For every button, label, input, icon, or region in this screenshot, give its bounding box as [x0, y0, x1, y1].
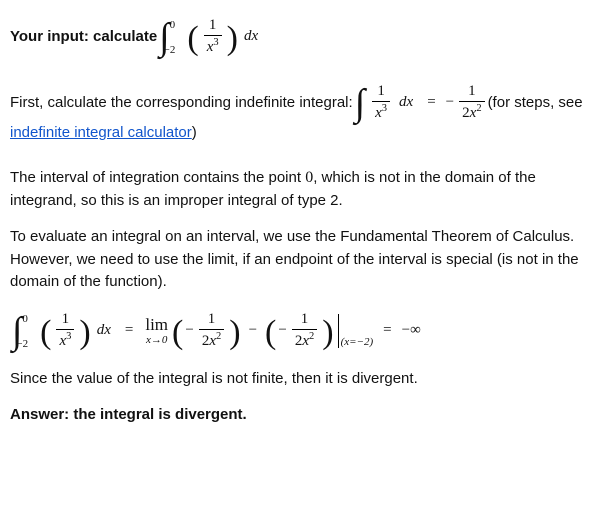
minus-sign: −: [249, 320, 257, 342]
right-paren-icon: ): [79, 316, 90, 350]
improper-text-a: The interval of integration contains the…: [10, 169, 305, 186]
right-paren-icon: ): [227, 22, 238, 56]
integral-sign-icon: ∫: [355, 84, 365, 122]
input-prefix: Your input: calculate: [10, 26, 157, 48]
right-paren-icon: ): [229, 316, 240, 350]
right-paren-icon: ): [322, 316, 333, 350]
integral-symbol-block: ∫ 0 −2: [157, 18, 185, 56]
indefinite-integral: ∫ 1 x3 dx = − 1 2x2: [353, 84, 488, 122]
antiderivative-fraction: 1 2x2: [459, 84, 484, 122]
equals-sign: =: [427, 92, 435, 114]
equals-sign: =: [125, 320, 133, 342]
integrand-fraction: 1 x3: [204, 18, 222, 56]
step1-tail1: (for steps, see: [488, 92, 583, 114]
input-line: Your input: calculate ∫ 0 −2 ( 1 x3 ) dx: [10, 18, 583, 56]
fraction-denominator: x3: [204, 35, 222, 56]
equals-sign: =: [383, 320, 391, 342]
inline-zero: 0: [305, 169, 313, 186]
lower-bound: −2: [164, 45, 176, 56]
result-value: −∞: [402, 320, 421, 342]
integrand-fraction: 1 x3: [372, 84, 390, 122]
divergent-paragraph: Since the value of the integral is not f…: [10, 368, 583, 391]
left-paren-icon: (: [172, 316, 183, 350]
improper-paragraph: The interval of integration contains the…: [10, 166, 583, 213]
left-paren-icon: (: [265, 316, 276, 350]
evaluation-line: ∫ 0 −2 ( 1 x3 ) dx = lim x→0 ( −: [10, 312, 583, 350]
page-root: Your input: calculate ∫ 0 −2 ( 1 x3 ) dx…: [0, 0, 593, 461]
left-paren-icon: (: [187, 22, 198, 56]
limit-block: lim x→0: [145, 316, 168, 346]
fraction-numerator: 1: [206, 18, 220, 35]
answer-line: Answer: the integral is divergent.: [10, 404, 583, 427]
eval-bar: (x=−2): [338, 314, 374, 348]
neg-sign: −: [446, 92, 454, 114]
left-paren-icon: (: [40, 316, 51, 350]
evaluation-expression: ∫ 0 −2 ( 1 x3 ) dx = lim x→0 ( −: [10, 312, 421, 350]
ftc-paragraph: To evaluate an integral on an interval, …: [10, 226, 583, 294]
input-integral: ∫ 0 −2 ( 1 x3 ) dx: [157, 18, 262, 56]
step1-lead: First, calculate the corresponding indef…: [10, 92, 353, 114]
upper-bound: 0: [170, 20, 176, 31]
step1-tail2: ): [192, 122, 197, 144]
step1-line: First, calculate the corresponding indef…: [10, 84, 583, 144]
differential: dx: [244, 26, 258, 48]
indef-integral-calc-link[interactable]: indefinite integral calculator: [10, 122, 192, 144]
integral-bounds: 0 −2: [170, 20, 182, 54]
